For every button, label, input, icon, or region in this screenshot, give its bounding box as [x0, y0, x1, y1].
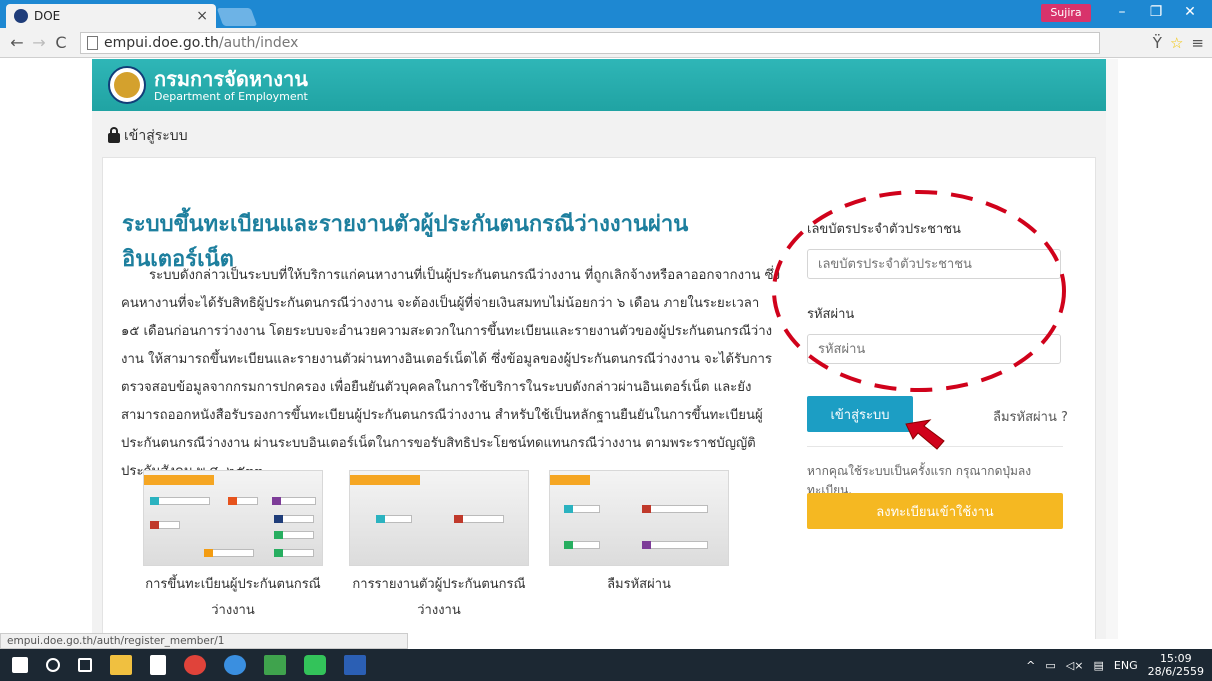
brand-thai: กรมการจัดหางาน	[154, 66, 308, 91]
extension-icon[interactable]: Ÿ	[1153, 34, 1162, 52]
url-host: empui.doe.go.th	[104, 34, 219, 51]
tab-title: DOE	[34, 9, 61, 23]
login-form: เลขบัตรประจำตัวประชาชน รหัสผ่าน เข้าสู่ร…	[807, 218, 1072, 529]
notification-icon[interactable]: ▤	[1093, 659, 1103, 672]
minimize-icon[interactable]: –	[1104, 4, 1140, 20]
report-flow-image[interactable]	[349, 470, 529, 566]
breadcrumb-label: เข้าสู่ระบบ	[124, 128, 188, 144]
back-icon[interactable]: ←	[6, 33, 28, 52]
chevron-up-icon[interactable]: ^	[1026, 659, 1035, 672]
page-icon	[87, 35, 98, 50]
taskbar: ^ ▭ ◁× ▤ ENG 15:09 28/6/2559	[0, 649, 1212, 681]
clock[interactable]: 15:09 28/6/2559	[1148, 652, 1204, 678]
site-container: กรมการจัดหางาน Department of Employment …	[92, 59, 1106, 639]
site-header: กรมการจัดหางาน Department of Employment	[92, 59, 1106, 111]
forgot-flow-image[interactable]	[549, 470, 729, 566]
line-app-icon[interactable]	[304, 655, 326, 675]
clock-date: 28/6/2559	[1147, 665, 1204, 678]
forward-icon[interactable]: →	[28, 33, 50, 52]
system-tray: ^ ▭ ◁× ▤ ENG 15:09 28/6/2559	[1026, 649, 1204, 681]
thumbnail-register[interactable]: การขึ้นทะเบียนผู้ประกันตนกรณีว่างงาน	[143, 470, 323, 624]
guide-thumbnails: การขึ้นทะเบียนผู้ประกันตนกรณีว่างงาน การ…	[143, 470, 743, 618]
brand-english: Department of Employment	[154, 89, 308, 103]
restore-icon[interactable]: ❐	[1138, 4, 1174, 20]
url-path: /auth/index	[218, 34, 299, 51]
thumbnail-caption[interactable]: การรายงานตัวผู้ประกันตนกรณีว่างงาน	[349, 572, 529, 624]
login-button[interactable]: เข้าสู่ระบบ	[807, 396, 913, 432]
doe-favicon-icon	[14, 9, 28, 23]
register-flow-image[interactable]	[143, 470, 323, 566]
browser-tab-bar: DOE × Sujira – ❐ ✕	[0, 0, 1212, 28]
page-viewport: กรมการจัดหางาน Department of Employment …	[0, 59, 1212, 639]
new-tab-button[interactable]	[216, 8, 258, 26]
page-scrollbar[interactable]	[1106, 59, 1118, 639]
content-panel: ระบบขึ้นทะเบียนและรายงานตัวผู้ประกันตนกร…	[102, 157, 1096, 639]
id-card-label: เลขบัตรประจำตัวประชาชน	[807, 222, 961, 237]
store-icon[interactable]	[150, 655, 166, 675]
windows-start-icon[interactable]	[12, 657, 28, 673]
word-icon[interactable]	[344, 655, 366, 675]
id-card-input[interactable]	[807, 249, 1061, 279]
address-toolbar: ← → C empui.doe.go.th/auth/index Ÿ ☆ ≡	[0, 28, 1212, 58]
language-indicator[interactable]: ENG	[1114, 659, 1138, 672]
chrome-icon[interactable]	[184, 655, 206, 675]
volume-icon[interactable]: ◁×	[1066, 659, 1084, 672]
doe-logo[interactable]	[108, 66, 146, 104]
browser-tab[interactable]: DOE ×	[6, 4, 216, 28]
clock-time: 15:09	[1159, 652, 1192, 665]
password-input[interactable]	[807, 334, 1061, 364]
thumbnail-report[interactable]: การรายงานตัวผู้ประกันตนกรณีว่างงาน	[349, 470, 529, 624]
status-url: empui.doe.go.th/auth/register_member/1	[0, 633, 408, 649]
network-icon[interactable]: ▭	[1045, 659, 1055, 672]
bookmark-star-icon[interactable]: ☆	[1170, 34, 1183, 52]
system-description: ระบบดังกล่าวเป็นระบบที่ให้บริการแก่คนหาง…	[121, 268, 781, 479]
divider	[807, 446, 1063, 447]
close-window-icon[interactable]: ✕	[1172, 4, 1208, 20]
photo-app-icon[interactable]	[264, 655, 286, 675]
thumbnail-forgot[interactable]: ลืมรหัสผ่าน	[549, 470, 729, 598]
reload-icon[interactable]: C	[50, 33, 72, 52]
register-button[interactable]: ลงทะเบียนเข้าใช้งาน	[807, 493, 1063, 529]
url-input[interactable]: empui.doe.go.th/auth/index	[80, 31, 1100, 54]
thumbnail-caption[interactable]: การขึ้นทะเบียนผู้ประกันตนกรณีว่างงาน	[143, 572, 323, 624]
forgot-password-link[interactable]: ลืมรหัสผ่าน ?	[993, 406, 1068, 427]
lock-icon	[108, 127, 120, 143]
edge-icon[interactable]	[224, 655, 246, 675]
thumbnail-caption[interactable]: ลืมรหัสผ่าน	[549, 572, 729, 598]
task-view-icon[interactable]	[78, 658, 92, 672]
breadcrumb: เข้าสู่ระบบ	[108, 125, 188, 147]
close-tab-icon[interactable]: ×	[196, 8, 208, 24]
search-icon[interactable]	[46, 658, 60, 672]
file-explorer-icon[interactable]	[110, 655, 132, 675]
password-label: รหัสผ่าน	[807, 307, 855, 322]
profile-button[interactable]: Sujira	[1041, 4, 1091, 22]
menu-icon[interactable]: ≡	[1191, 34, 1204, 52]
